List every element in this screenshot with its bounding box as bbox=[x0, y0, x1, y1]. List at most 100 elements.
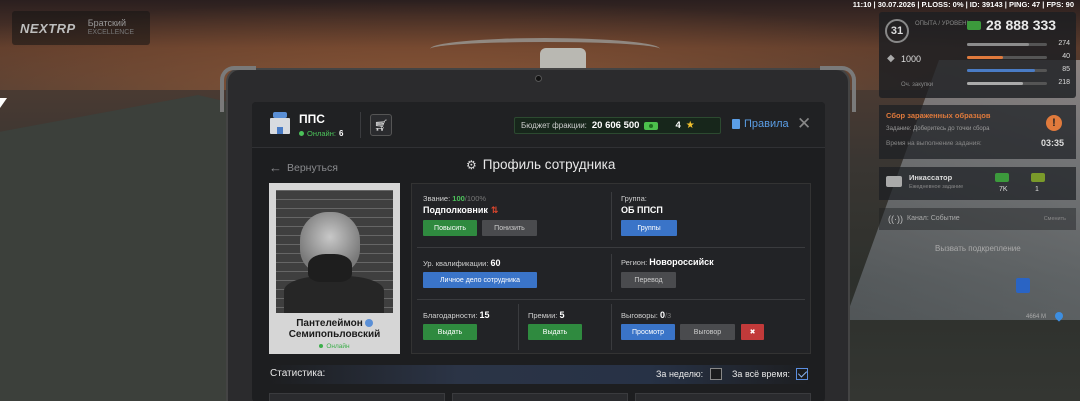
header-divider bbox=[360, 112, 361, 138]
employee-info-panel: Звание: 100/100% Подполковник ⇅ Повысить … bbox=[411, 183, 811, 354]
page-title-text: Профиль сотрудника bbox=[482, 157, 616, 172]
all-time-checkbox[interactable] bbox=[796, 368, 808, 380]
cart-icon: 🛒︎ bbox=[374, 119, 388, 132]
employee-last-name: Семипопьловский bbox=[288, 329, 381, 340]
rank-name: Подполковник bbox=[423, 205, 488, 215]
thirst-bar bbox=[967, 69, 1047, 72]
groups-button[interactable]: Группы bbox=[621, 220, 677, 236]
rules-link[interactable]: Правила bbox=[732, 118, 789, 130]
week-checkbox[interactable] bbox=[710, 368, 722, 380]
personal-file-button[interactable]: Личное дело сотрудника bbox=[423, 272, 537, 288]
thanks-section: Благодарности: 15 bbox=[423, 310, 490, 320]
level-badge: 31 bbox=[885, 19, 909, 43]
server-city: Братский bbox=[87, 18, 126, 28]
profile-icon bbox=[364, 319, 373, 328]
hunger-value: 40 bbox=[1062, 53, 1070, 60]
mouse-cursor-icon bbox=[0, 98, 7, 108]
back-label: Вернуться bbox=[287, 161, 338, 174]
bonus-line: Премии: 5 bbox=[528, 310, 564, 320]
rank-change-icon: ⇅ bbox=[490, 205, 499, 215]
job-reward-token: 1 bbox=[1035, 186, 1039, 193]
thanks-value: 15 bbox=[479, 310, 490, 320]
thanks-line: Благодарности: 15 bbox=[423, 310, 490, 320]
rank-line: Звание: 100/100% bbox=[423, 194, 498, 203]
hud-small-label: Оч. закупки bbox=[901, 82, 934, 88]
health-value: 274 bbox=[1058, 40, 1070, 47]
promote-button[interactable]: Повысить bbox=[423, 220, 477, 236]
channel-switch-hint: Сменить bbox=[1043, 216, 1066, 222]
group-name: ОБ ППСП bbox=[621, 205, 663, 215]
player-hud: 31 ОПЫТА / УРОВЕНЬ 28 888 333 ◆ 1000 274… bbox=[879, 12, 1076, 98]
thirst-value: 85 bbox=[1062, 66, 1070, 73]
col-divider bbox=[611, 254, 612, 292]
employee-first-name: Пантелеймон bbox=[296, 318, 363, 329]
quest-title: Сбор зараженных образцов bbox=[886, 111, 991, 120]
radio-icon: ((·)) bbox=[888, 214, 903, 224]
page-title: ⚙ Профиль сотрудника bbox=[466, 157, 615, 172]
employee-photo bbox=[276, 190, 393, 313]
user-remove-icon: ✖ bbox=[749, 329, 756, 336]
fire-employee-button[interactable]: ✖ bbox=[741, 324, 764, 340]
tablet-corner-right bbox=[820, 66, 856, 112]
reprimand-section: Выговоры: 0/3 bbox=[621, 310, 671, 320]
truck-icon bbox=[886, 176, 902, 187]
bonus-label: Премии: bbox=[528, 311, 558, 320]
arrow-left-icon: ← bbox=[269, 160, 282, 175]
logo-text: NEXTRP bbox=[20, 20, 76, 36]
transfer-button[interactable]: Перевод bbox=[621, 272, 676, 288]
reprimand-button[interactable]: Выговор bbox=[680, 324, 735, 340]
rank-label: Звание: bbox=[423, 194, 451, 203]
call-backup-hint: Вызвать подкрепление bbox=[935, 244, 1021, 253]
give-thanks-button[interactable]: Выдать bbox=[423, 324, 477, 340]
shop-cart-button[interactable]: 🛒︎ bbox=[370, 114, 392, 136]
distance-readout: 4664 М bbox=[1026, 314, 1047, 320]
col-divider bbox=[611, 304, 612, 350]
money-icon bbox=[967, 21, 981, 30]
demote-button[interactable]: Понизить bbox=[482, 220, 537, 236]
bonus-section: Премии: 5 bbox=[528, 310, 564, 320]
job-title: Инкассатор bbox=[909, 173, 953, 182]
employee-status: Онлайн bbox=[276, 343, 393, 350]
row-divider bbox=[417, 299, 805, 300]
tablet-corner-left bbox=[220, 66, 256, 112]
faction-name: ППС bbox=[299, 112, 325, 126]
rank-progress-total: /100% bbox=[464, 194, 487, 203]
employee-card: Пантелеймон Семипопьловский Онлайн bbox=[269, 183, 400, 354]
faction-online: Онлайн: 6 bbox=[299, 129, 343, 138]
money-icon bbox=[644, 121, 659, 130]
health-bar bbox=[967, 43, 1047, 46]
view-reprimands-button[interactable]: Просмотр bbox=[621, 324, 675, 340]
rank-section: Звание: 100/100% Подполковник ⇅ bbox=[423, 194, 498, 216]
qualification-section: Ур. квалификации: 60 bbox=[423, 258, 501, 268]
reprimand-total: /3 bbox=[664, 311, 672, 320]
server-logo: NEXTRP Братский EXCELLENCE bbox=[12, 11, 150, 45]
region-value: Новороссийск bbox=[649, 257, 714, 267]
back-button[interactable]: ← Вернуться bbox=[269, 160, 338, 175]
channel-label: Канал: Событие bbox=[907, 215, 960, 222]
region-line: Регион: Новороссийск bbox=[621, 257, 714, 267]
job-subtitle: Ежедневное задание bbox=[909, 184, 964, 190]
radio-channel: ((·)) Канал: Событие Сменить bbox=[879, 208, 1076, 230]
bonus-value: 5 bbox=[559, 310, 565, 320]
thanks-label: Благодарности: bbox=[423, 311, 478, 320]
employee-name: Пантелеймон Семипопьловский bbox=[276, 318, 393, 340]
online-label: Онлайн: bbox=[307, 129, 336, 138]
col-divider bbox=[518, 304, 519, 350]
give-bonus-button[interactable]: Выдать bbox=[528, 324, 582, 340]
hunger-bar bbox=[967, 56, 1047, 59]
calendar-icon bbox=[1016, 278, 1030, 293]
close-button[interactable]: ✕ bbox=[797, 115, 811, 132]
budget-value: 20 606 500 bbox=[591, 120, 640, 131]
online-dot-icon bbox=[299, 131, 304, 136]
stat-card bbox=[452, 393, 628, 401]
gear-icon: ⚙ bbox=[466, 157, 477, 172]
online-count: 6 bbox=[338, 129, 344, 138]
tablet-camera bbox=[535, 75, 542, 82]
reprimand-line: Выговоры: 0/3 bbox=[621, 310, 671, 320]
stars-value: 4 bbox=[675, 120, 681, 131]
reprimand-label: Выговоры: bbox=[621, 311, 658, 320]
region-label: Регион: bbox=[621, 258, 648, 267]
star-icon: ★ bbox=[685, 120, 695, 131]
week-label: За неделю: bbox=[656, 369, 704, 379]
logo-subtitle: Братский EXCELLENCE bbox=[88, 18, 134, 38]
